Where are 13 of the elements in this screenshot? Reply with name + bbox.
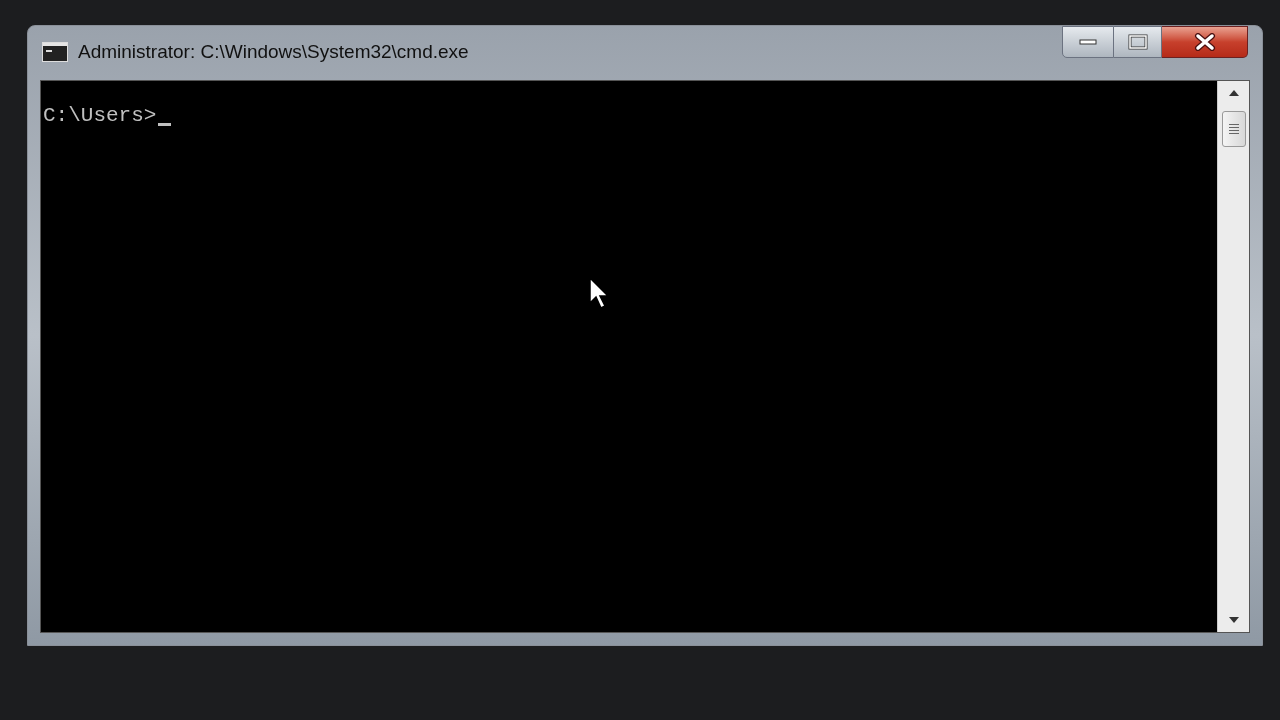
scroll-up-arrow-icon[interactable] xyxy=(1227,89,1240,97)
maximize-icon xyxy=(1127,34,1148,50)
scroll-down-arrow-icon[interactable] xyxy=(1227,616,1240,624)
close-button[interactable] xyxy=(1162,26,1248,58)
vertical-scrollbar[interactable] xyxy=(1217,81,1249,632)
maximize-button[interactable] xyxy=(1114,26,1162,58)
minimize-icon xyxy=(1079,39,1097,45)
scrollbar-thumb[interactable] xyxy=(1221,111,1246,147)
close-icon xyxy=(1193,33,1216,51)
window-title: Administrator: C:\Windows\System32\cmd.exe xyxy=(78,40,469,64)
console-line: C:\Users> xyxy=(43,103,157,129)
minimize-button[interactable] xyxy=(1062,26,1114,58)
console-icon xyxy=(42,42,68,62)
